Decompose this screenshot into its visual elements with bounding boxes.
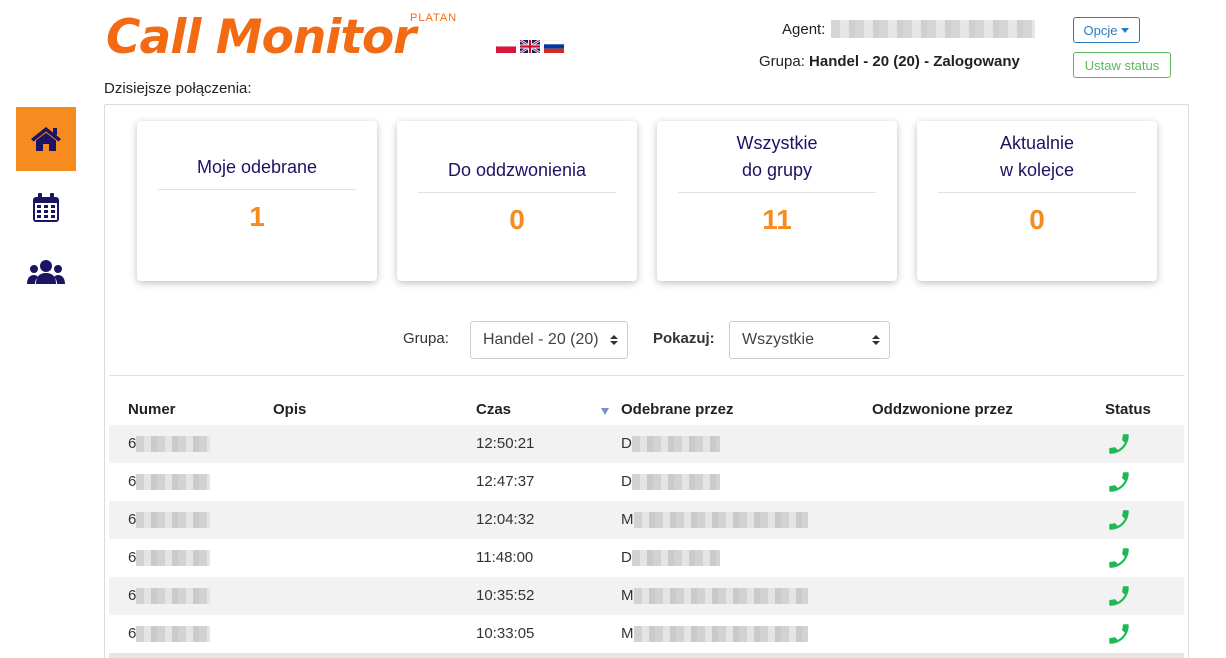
cell-answered-by: D [621, 435, 720, 452]
card-all-to-group[interactable]: Wszystkie do grupy 11 [657, 121, 897, 281]
show-filter-label: Pokazuj: [653, 330, 715, 347]
home-icon [31, 127, 61, 151]
card-divider [938, 192, 1136, 193]
cell-time: 10:35:52 [476, 587, 535, 604]
card-title: Wszystkie do grupy [736, 133, 818, 180]
card-title: Do oddzwonienia [447, 160, 587, 180]
cell-number: 6 [128, 587, 211, 604]
today-calls-heading: Dzisiejsze połączenia: [104, 80, 252, 97]
card-in-queue[interactable]: Aktualnie w kolejce 0 [917, 121, 1157, 281]
logo-text: Call Monitor [106, 10, 416, 65]
cell-number: 6 [128, 435, 211, 452]
card-title: Aktualnie w kolejce [999, 133, 1075, 180]
cell-time: 11:48:00 [476, 549, 534, 566]
flag-pl-icon[interactable] [496, 40, 516, 53]
phone-answered-icon [1106, 469, 1132, 499]
phone-answered-icon [1106, 431, 1132, 461]
phone-answered-icon [1106, 507, 1132, 537]
cell-answered-by: M [621, 511, 808, 528]
card-divider [678, 192, 876, 193]
card-value: 0 [509, 204, 525, 235]
users-icon [27, 260, 65, 284]
table-row[interactable]: 6 10:35:52 M [109, 577, 1184, 615]
section-divider [109, 375, 1184, 376]
next-row-partial [109, 653, 1184, 658]
set-status-label: Ustaw status [1084, 57, 1160, 73]
table-row[interactable]: 6 11:48:00 D [109, 539, 1184, 577]
options-button-label: Opcje [1083, 22, 1118, 38]
flag-ru-icon[interactable] [544, 40, 564, 53]
cell-answered-by: M [621, 625, 808, 642]
agent-name-redacted [831, 20, 1036, 38]
cell-time: 12:47:37 [476, 473, 535, 490]
table-row[interactable]: 6 12:47:37 D [109, 463, 1184, 501]
column-header-time[interactable]: Czas [476, 401, 511, 418]
sort-desc-icon [601, 408, 609, 415]
group-label: Grupa: [759, 53, 805, 70]
card-value: 1 [249, 201, 265, 232]
cell-answered-by: D [621, 549, 720, 566]
cell-number: 6 [128, 511, 211, 528]
table-row[interactable]: 6 12:50:21 D [109, 425, 1184, 463]
table-row[interactable]: 6 12:04:32 M [109, 501, 1184, 539]
app-logo: Call Monitor PLATAN [106, 10, 456, 66]
sidebar-item-home[interactable] [16, 107, 76, 171]
group-filter-label: Grupa: [403, 330, 449, 347]
cell-time: 12:50:21 [476, 435, 535, 452]
agent-info: Agent: [782, 20, 1036, 38]
table-row[interactable]: 6 10:33:05 M [109, 615, 1184, 653]
set-status-button[interactable]: Ustaw status [1073, 52, 1171, 78]
sidebar-item-calendar[interactable] [16, 176, 76, 240]
show-select-value: Wszystkie [742, 331, 814, 348]
card-divider [158, 189, 356, 190]
card-to-call-back[interactable]: Do oddzwonienia 0 [397, 121, 637, 281]
options-button[interactable]: Opcje [1073, 17, 1140, 43]
show-select[interactable]: Wszystkie [729, 321, 890, 359]
agent-label: Agent: [782, 20, 826, 38]
card-title: Moje odebrane [196, 157, 318, 177]
card-my-answered[interactable]: Moje odebrane 1 [137, 121, 377, 281]
cell-time: 12:04:32 [476, 511, 535, 528]
cell-number: 6 [128, 549, 211, 566]
phone-answered-icon [1106, 621, 1132, 651]
column-header-status[interactable]: Status [1105, 401, 1151, 418]
sidebar-item-users[interactable] [16, 240, 76, 304]
group-select-value: Handel - 20 (20) [483, 331, 599, 348]
column-header-called-back-by[interactable]: Oddzwonione przez [872, 401, 1013, 418]
cell-number: 6 [128, 473, 211, 490]
caret-down-icon [1121, 27, 1130, 33]
card-value: 0 [1029, 204, 1045, 235]
calendar-icon [33, 193, 59, 222]
language-switcher [496, 40, 564, 53]
cell-number: 6 [128, 625, 211, 642]
logo-subtitle: PLATAN [410, 12, 458, 24]
card-divider [418, 192, 616, 193]
select-arrows-icon [610, 335, 618, 345]
phone-answered-icon [1106, 545, 1132, 575]
phone-answered-icon [1106, 583, 1132, 613]
select-arrows-icon [872, 335, 880, 345]
cell-answered-by: M [621, 587, 808, 604]
flag-gb-icon[interactable] [520, 40, 540, 53]
card-value: 11 [762, 204, 792, 235]
group-info: Grupa: Handel - 20 (20) - Zalogowany [759, 53, 1020, 70]
group-value: Handel - 20 (20) - Zalogowany [809, 53, 1020, 70]
column-header-description[interactable]: Opis [273, 401, 306, 418]
cell-time: 10:33:05 [476, 625, 535, 642]
column-header-number[interactable]: Numer [128, 401, 176, 418]
group-select[interactable]: Handel - 20 (20) [470, 321, 628, 359]
cell-answered-by: D [621, 473, 720, 490]
column-header-answered-by[interactable]: Odebrane przez [621, 401, 734, 418]
